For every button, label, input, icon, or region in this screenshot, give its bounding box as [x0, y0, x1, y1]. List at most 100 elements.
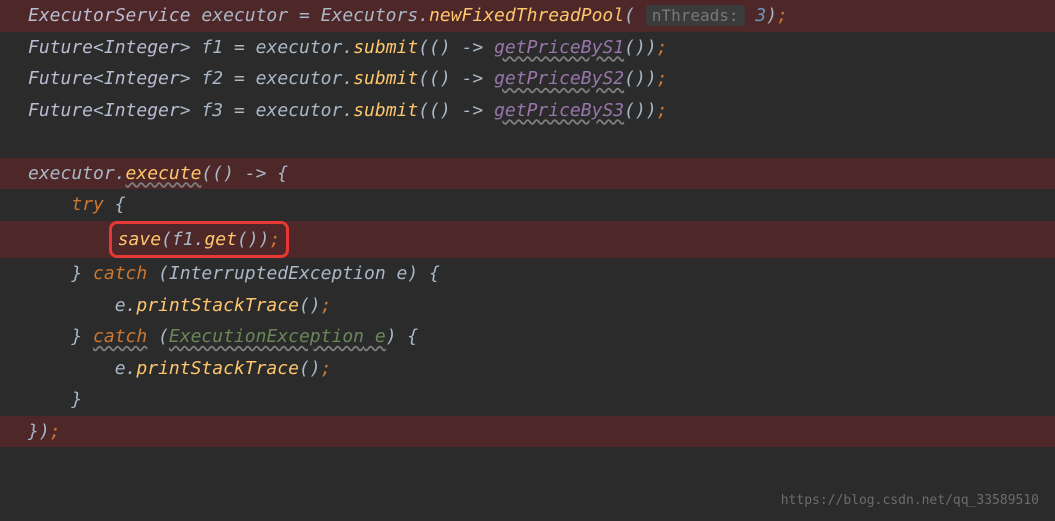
object-token: f1 — [172, 229, 194, 250]
dot-token: . — [126, 358, 137, 379]
variable-token: f3 — [201, 100, 223, 121]
generic-open: < — [93, 68, 104, 89]
dot-token: . — [342, 37, 353, 58]
method-call-token: getPriceByS1 — [494, 37, 624, 58]
brace-token: } — [71, 263, 93, 284]
generic-close: > — [180, 37, 191, 58]
semicolon-token: ; — [777, 5, 788, 26]
code-line-2: Future<Integer> f1 = executor.submit(() … — [0, 32, 1055, 64]
dot-token: . — [194, 229, 205, 250]
code-line-11: } catch (ExecutionException e) { — [0, 321, 1055, 353]
operator-token: = — [234, 100, 245, 121]
generic-type: Integer — [104, 37, 180, 58]
variable-token: f1 — [201, 37, 223, 58]
type-token: ExecutorService — [28, 5, 191, 26]
method-token: get — [204, 229, 237, 250]
parens-token: () — [624, 68, 646, 89]
parameter-hint: nThreads: — [646, 5, 745, 26]
paren-close: ) { — [407, 263, 440, 284]
args-token: (() -> — [418, 68, 494, 89]
variable-token: executor — [201, 5, 288, 26]
paren-close: ) — [646, 100, 657, 121]
object-token: executor — [28, 163, 115, 184]
type-token: Future — [28, 100, 93, 121]
args-token: (() -> { — [201, 163, 288, 184]
generic-type: Integer — [104, 68, 180, 89]
args-token: (() -> — [418, 100, 494, 121]
semicolon-token: ; — [657, 37, 668, 58]
watermark-text: https://blog.csdn.net/qq_33589510 — [781, 490, 1039, 513]
keyword-token: catch — [93, 326, 147, 347]
code-line-7: try { — [0, 189, 1055, 221]
paren-close: ) — [646, 68, 657, 89]
code-line-3: Future<Integer> f2 = executor.submit(() … — [0, 63, 1055, 95]
semicolon-token: ; — [321, 358, 332, 379]
code-line-8: save(f1.get()); — [0, 221, 1055, 259]
dot-token: . — [126, 295, 137, 316]
method-token: execute — [126, 163, 202, 184]
paren-close: ) — [766, 5, 777, 26]
paren-close: ) — [646, 37, 657, 58]
class-token: Executors — [321, 5, 419, 26]
indent — [28, 263, 71, 284]
parens-token: () — [237, 229, 259, 250]
semicolon-token: ; — [269, 229, 280, 250]
code-line-9: } catch (InterruptedException e) { — [0, 258, 1055, 290]
variable-token: f2 — [201, 68, 223, 89]
dot-token: . — [418, 5, 429, 26]
method-token: printStackTrace — [136, 358, 299, 379]
code-line-10: e.printStackTrace(); — [0, 290, 1055, 322]
brace-token: }) — [28, 421, 50, 442]
object-token: executor — [256, 68, 343, 89]
type-token: Future — [28, 37, 93, 58]
semicolon-token: ; — [321, 295, 332, 316]
code-line-blank — [0, 126, 1055, 158]
paren-open: ( — [161, 229, 172, 250]
operator-token: = — [234, 37, 245, 58]
indent — [28, 229, 115, 250]
highlight-box: save(f1.get()); — [109, 221, 290, 259]
semicolon-token: ; — [657, 68, 668, 89]
code-editor[interactable]: ExecutorService executor = Executors.new… — [0, 0, 1055, 447]
method-token: submit — [353, 68, 418, 89]
code-line-4: Future<Integer> f3 = executor.submit(() … — [0, 95, 1055, 127]
parens-token: () — [299, 358, 321, 379]
type-token: Future — [28, 68, 93, 89]
generic-open: < — [93, 100, 104, 121]
code-line-6: executor.execute(() -> { — [0, 158, 1055, 190]
code-line-14: }); — [0, 416, 1055, 448]
keyword-token: catch — [93, 263, 147, 284]
operator-token: = — [234, 68, 245, 89]
keyword-token: try — [71, 194, 104, 215]
variable-token: e — [364, 326, 386, 347]
method-token: submit — [353, 37, 418, 58]
method-token: submit — [353, 100, 418, 121]
indent — [28, 326, 71, 347]
brace-token: } — [71, 326, 93, 347]
parens-token: () — [624, 100, 646, 121]
generic-type: Integer — [104, 100, 180, 121]
paren-close: ) { — [386, 326, 419, 347]
type-token: InterruptedException — [169, 263, 386, 284]
object-token: e — [115, 358, 126, 379]
operator-token: = — [299, 5, 310, 26]
dot-token: . — [115, 163, 126, 184]
paren-open: ( — [147, 263, 169, 284]
args-token: (() -> — [418, 37, 494, 58]
indent — [28, 358, 115, 379]
generic-close: > — [180, 68, 191, 89]
method-token: newFixedThreadPool — [429, 5, 624, 26]
parens-token: () — [624, 37, 646, 58]
type-token: ExecutionException — [169, 326, 364, 347]
object-token: e — [115, 295, 126, 316]
indent — [28, 295, 115, 316]
code-line-13: } — [0, 384, 1055, 416]
brace-token: } — [71, 389, 82, 410]
paren-open: ( — [147, 326, 169, 347]
indent — [28, 389, 71, 410]
semicolon-token: ; — [50, 421, 61, 442]
parens-token: () — [299, 295, 321, 316]
object-token: executor — [256, 37, 343, 58]
object-token: executor — [256, 100, 343, 121]
generic-open: < — [93, 37, 104, 58]
